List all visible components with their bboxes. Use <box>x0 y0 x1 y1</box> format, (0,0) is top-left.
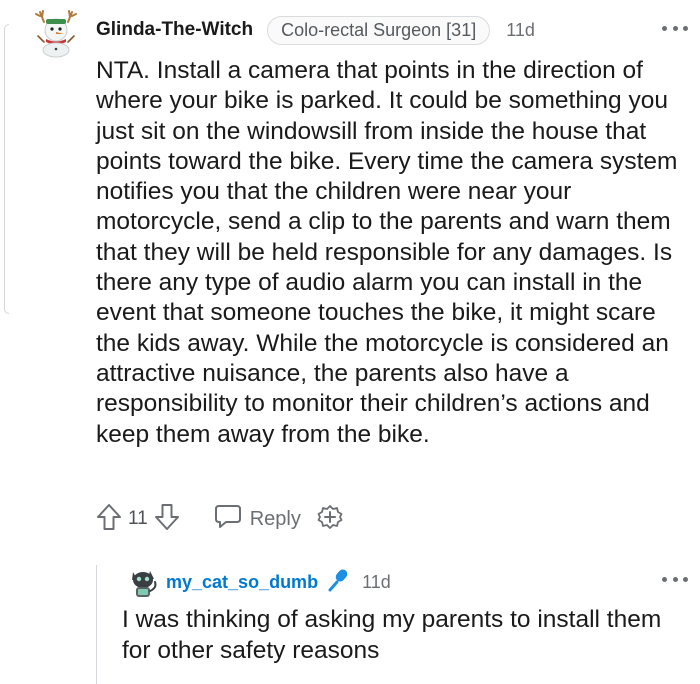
more-options-icon[interactable] <box>662 577 688 585</box>
reply-timestamp: 11d <box>362 571 391 592</box>
microphone-icon <box>326 567 350 598</box>
reply-header: my_cat_so_dumb 11d <box>166 568 391 596</box>
snowman-avatar-icon[interactable] <box>30 8 86 58</box>
reply-body: I was thinking of asking my parents to i… <box>122 606 662 664</box>
cat-avatar-icon[interactable] <box>126 566 160 600</box>
comment-header: Glinda-The-Witch Colo-rectal Surgeon [31… <box>96 14 535 46</box>
thread-line[interactable] <box>4 24 9 314</box>
user-flair: Colo-rectal Surgeon [31] <box>267 15 491 45</box>
award-icon[interactable] <box>317 504 343 535</box>
reply-button[interactable]: Reply <box>214 503 301 535</box>
reply-thread-line[interactable] <box>96 565 97 684</box>
reply-icon <box>214 503 242 535</box>
more-options-icon[interactable] <box>662 26 688 34</box>
reply-label: Reply <box>249 507 301 530</box>
author-username[interactable]: Glinda-The-Witch <box>96 19 253 41</box>
reply-author-username[interactable]: my_cat_so_dumb <box>166 572 318 593</box>
upvote-icon[interactable] <box>96 503 122 536</box>
comment-actions: 11 Reply <box>96 502 343 536</box>
comment-body: NTA. Install a camera that points in the… <box>96 57 678 448</box>
comment-timestamp: 11d <box>506 19 535 40</box>
downvote-icon[interactable] <box>154 503 180 536</box>
vote-count: 11 <box>128 508 148 529</box>
